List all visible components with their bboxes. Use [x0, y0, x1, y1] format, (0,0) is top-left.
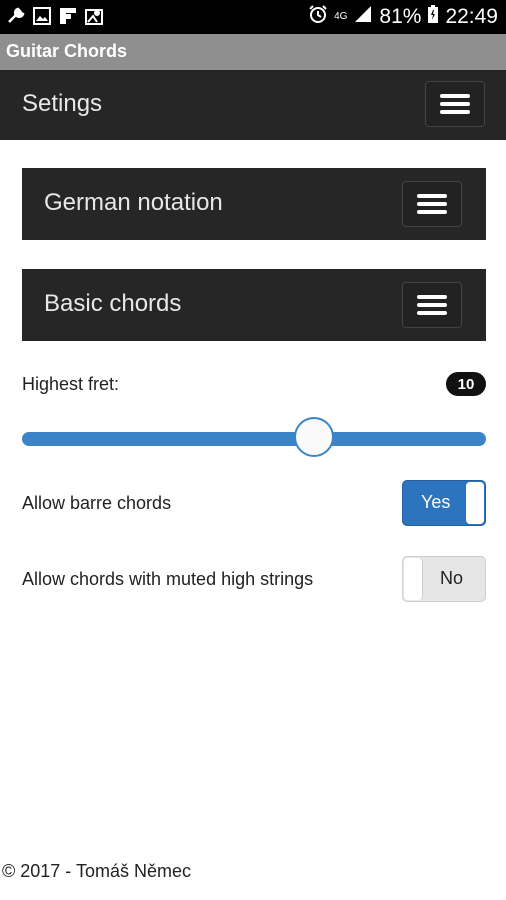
- muted-strings-toggle-text: No: [439, 568, 463, 588]
- clock-time: 22:49: [445, 5, 498, 28]
- page-title: Setings: [22, 90, 103, 117]
- map-icon: [84, 6, 104, 26]
- muted-strings-toggle[interactable]: No: [402, 556, 486, 602]
- highest-fret-value-badge: 10: [446, 372, 486, 396]
- alarm-icon: [308, 4, 328, 30]
- signal-icon: [353, 4, 373, 30]
- notification-icons: [6, 6, 104, 26]
- basic-chords-panel: Basic chords: [22, 269, 486, 341]
- menu-icon: [417, 194, 447, 198]
- app-title-bar: Guitar Chords: [0, 34, 506, 70]
- highest-fret-label: Highest fret:: [22, 374, 120, 394]
- image-icon: [32, 6, 52, 26]
- barre-chords-toggle[interactable]: Yes: [402, 480, 486, 526]
- toggle-knob: [466, 482, 484, 524]
- copyright-footer: © 2017 - Tomáš Němec: [2, 861, 192, 881]
- highest-fret-slider-thumb[interactable]: [294, 417, 335, 457]
- german-notation-title: German notation: [44, 189, 223, 216]
- muted-strings-label: Allow chords with muted high strings: [22, 569, 314, 589]
- basic-chords-title: Basic chords: [44, 290, 182, 317]
- german-notation-menu-button[interactable]: [402, 181, 462, 227]
- wrench-icon: [6, 6, 26, 26]
- barre-chords-label: Allow barre chords: [22, 493, 172, 513]
- menu-icon: [417, 295, 447, 299]
- basic-chords-menu-button[interactable]: [402, 282, 462, 328]
- system-status: 4G 81% 22:49: [308, 3, 498, 31]
- german-notation-panel: German notation: [22, 168, 486, 240]
- toggle-knob: [404, 558, 423, 600]
- status-bar: 4G 81% 22:49: [0, 0, 506, 34]
- highest-fret-slider-track[interactable]: [22, 432, 486, 446]
- app-title: Guitar Chords: [6, 41, 128, 61]
- barre-chords-toggle-text: Yes: [421, 492, 451, 512]
- menu-icon: [440, 94, 470, 98]
- settings-header: Setings: [0, 70, 506, 140]
- battery-percent: 81%: [379, 5, 422, 28]
- network-type: 4G: [334, 11, 348, 22]
- header-menu-button[interactable]: [425, 81, 485, 127]
- battery-icon: [427, 4, 439, 30]
- flipboard-icon: [58, 6, 78, 26]
